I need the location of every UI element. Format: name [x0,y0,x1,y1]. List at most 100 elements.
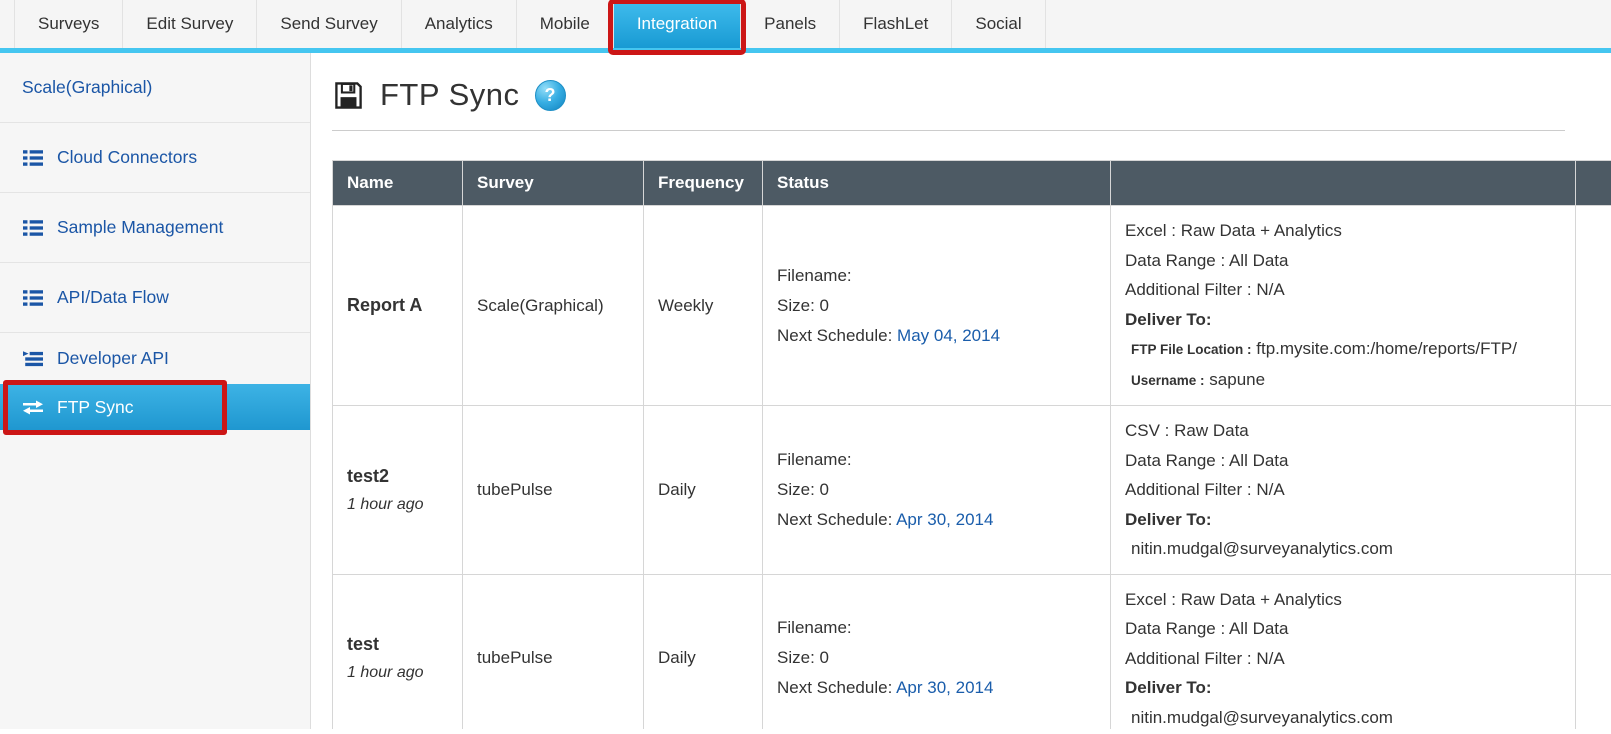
cell-name: test2 1 hour ago [333,406,463,575]
detail-additional-filter: Additional Filter : N/A [1125,644,1561,674]
detail-format: Excel : Raw Data + Analytics [1125,585,1561,615]
tab-label: Surveys [38,14,99,34]
next-schedule-label: Next Schedule: [777,678,892,697]
tab-label: Edit Survey [146,14,233,34]
tab-panels[interactable]: Panels [741,0,840,48]
ftp-location-label: FTP File Location : [1131,342,1252,357]
column-header-details [1111,161,1576,206]
next-schedule-date-link[interactable]: Apr 30, 2014 [896,678,993,697]
status-next-schedule: Next Schedule: Apr 30, 2014 [777,673,1096,703]
cell-frequency: Weekly [644,206,763,406]
detail-format: CSV : Raw Data [1125,416,1561,446]
tab-send-survey[interactable]: Send Survey [257,0,401,48]
detail-deliver-to: Deliver To: [1125,673,1561,703]
sidebar-item-label: Cloud Connectors [57,147,197,168]
tab-flashlet[interactable]: FlashLet [840,0,952,48]
sidebar-item-cloud-connectors[interactable]: Cloud Connectors [0,123,310,193]
cell-name: test 1 hour ago [333,574,463,729]
sidebar-item-label: Sample Management [57,217,223,238]
sidebar: Scale(Graphical) Cloud Connectors Sample… [0,53,311,729]
next-schedule-label: Next Schedule: [777,510,892,529]
sidebar-item-label: Scale(Graphical) [22,77,152,98]
tab-edit-survey[interactable]: Edit Survey [123,0,257,48]
help-icon[interactable]: ? [535,80,566,111]
cell-name: Report A [333,206,463,406]
status-next-schedule: Next Schedule: May 04, 2014 [777,321,1096,351]
tab-label: Integration [637,14,717,34]
cell-extra [1576,574,1611,729]
column-header-survey: Survey [463,161,644,206]
row-name: test [347,634,379,654]
tab-label: Social [975,14,1021,34]
main-content: FTP Sync ? Name Survey Frequency Status [311,53,1611,729]
status-size: Size: 0 [777,291,1096,321]
column-header-frequency: Frequency [644,161,763,206]
sidebar-item-label: API/Data Flow [57,287,169,308]
cell-details: CSV : Raw Data Data Range : All Data Add… [1111,406,1576,575]
detail-data-range: Data Range : All Data [1125,614,1561,644]
cell-survey: tubePulse [463,574,644,729]
sidebar-item-developer-api[interactable]: Developer API [0,333,310,384]
cell-status: Filename: Size: 0 Next Schedule: Apr 30,… [763,406,1111,575]
sync-arrows-icon [22,400,44,415]
sidebar-item-api-data-flow[interactable]: API/Data Flow [0,263,310,333]
tab-surveys[interactable]: Surveys [14,0,123,48]
row-name: Report A [347,295,422,315]
cell-extra [1576,206,1611,406]
detail-username: Username : sapune [1125,365,1561,396]
detail-ftp-location: FTP File Location : ftp.mysite.com:/home… [1125,334,1561,365]
column-header-status: Status [763,161,1111,206]
next-schedule-date-link[interactable]: May 04, 2014 [897,326,1000,345]
tab-social[interactable]: Social [952,0,1045,48]
sidebar-item-label: Developer API [57,348,169,369]
ftp-sync-table: Name Survey Frequency Status Report A Sc… [332,160,1611,729]
next-schedule-date-link[interactable]: Apr 30, 2014 [896,510,993,529]
page-header: FTP Sync ? [332,77,1611,113]
cell-survey: tubePulse [463,406,644,575]
status-filename: Filename: [777,261,1096,291]
detail-additional-filter: Additional Filter : N/A [1125,275,1561,305]
row-age: 1 hour ago [347,496,448,514]
cell-status: Filename: Size: 0 Next Schedule: Apr 30,… [763,574,1111,729]
sidebar-item-label: FTP Sync [57,397,134,418]
detail-additional-filter: Additional Filter : N/A [1125,475,1561,505]
status-filename: Filename: [777,445,1096,475]
username-label: Username : [1131,373,1205,388]
cell-frequency: Daily [644,574,763,729]
detail-format: Excel : Raw Data + Analytics [1125,216,1561,246]
cell-details: Excel : Raw Data + Analytics Data Range … [1111,574,1576,729]
indent-list-icon [22,351,44,367]
detail-deliver-email: nitin.mudgal@surveyanalytics.com [1125,534,1561,564]
page-title: FTP Sync [380,77,520,113]
sidebar-item-ftp-sync[interactable]: FTP Sync [0,384,310,430]
cell-details: Excel : Raw Data + Analytics Data Range … [1111,206,1576,406]
cell-extra [1576,406,1611,575]
row-age: 1 hour ago [347,664,448,682]
column-header-extra [1576,161,1611,206]
next-schedule-label: Next Schedule: [777,326,892,345]
sidebar-item-sample-management[interactable]: Sample Management [0,193,310,263]
status-size: Size: 0 [777,475,1096,505]
cell-survey: Scale(Graphical) [463,206,644,406]
sidebar-item-scale-graphical[interactable]: Scale(Graphical) [0,53,310,123]
username-value: sapune [1209,370,1265,389]
detail-data-range: Data Range : All Data [1125,246,1561,276]
row-name: test2 [347,466,389,486]
tab-analytics[interactable]: Analytics [402,0,517,48]
title-divider [332,130,1565,131]
cell-status: Filename: Size: 0 Next Schedule: May 04,… [763,206,1111,406]
detail-deliver-to: Deliver To: [1125,305,1561,335]
top-navigation: Surveys Edit Survey Send Survey Analytic… [0,0,1611,53]
tab-integration[interactable]: Integration [614,0,741,48]
tab-mobile[interactable]: Mobile [517,0,614,48]
status-next-schedule: Next Schedule: Apr 30, 2014 [777,505,1096,535]
cell-frequency: Daily [644,406,763,575]
detail-data-range: Data Range : All Data [1125,446,1561,476]
save-floppy-icon [332,79,365,112]
table-row: test2 1 hour ago tubePulse Daily Filenam… [333,406,1611,575]
tab-label: Mobile [540,14,590,34]
list-icon [22,290,44,306]
tab-label: FlashLet [863,14,928,34]
status-filename: Filename: [777,613,1096,643]
tab-label: Analytics [425,14,493,34]
